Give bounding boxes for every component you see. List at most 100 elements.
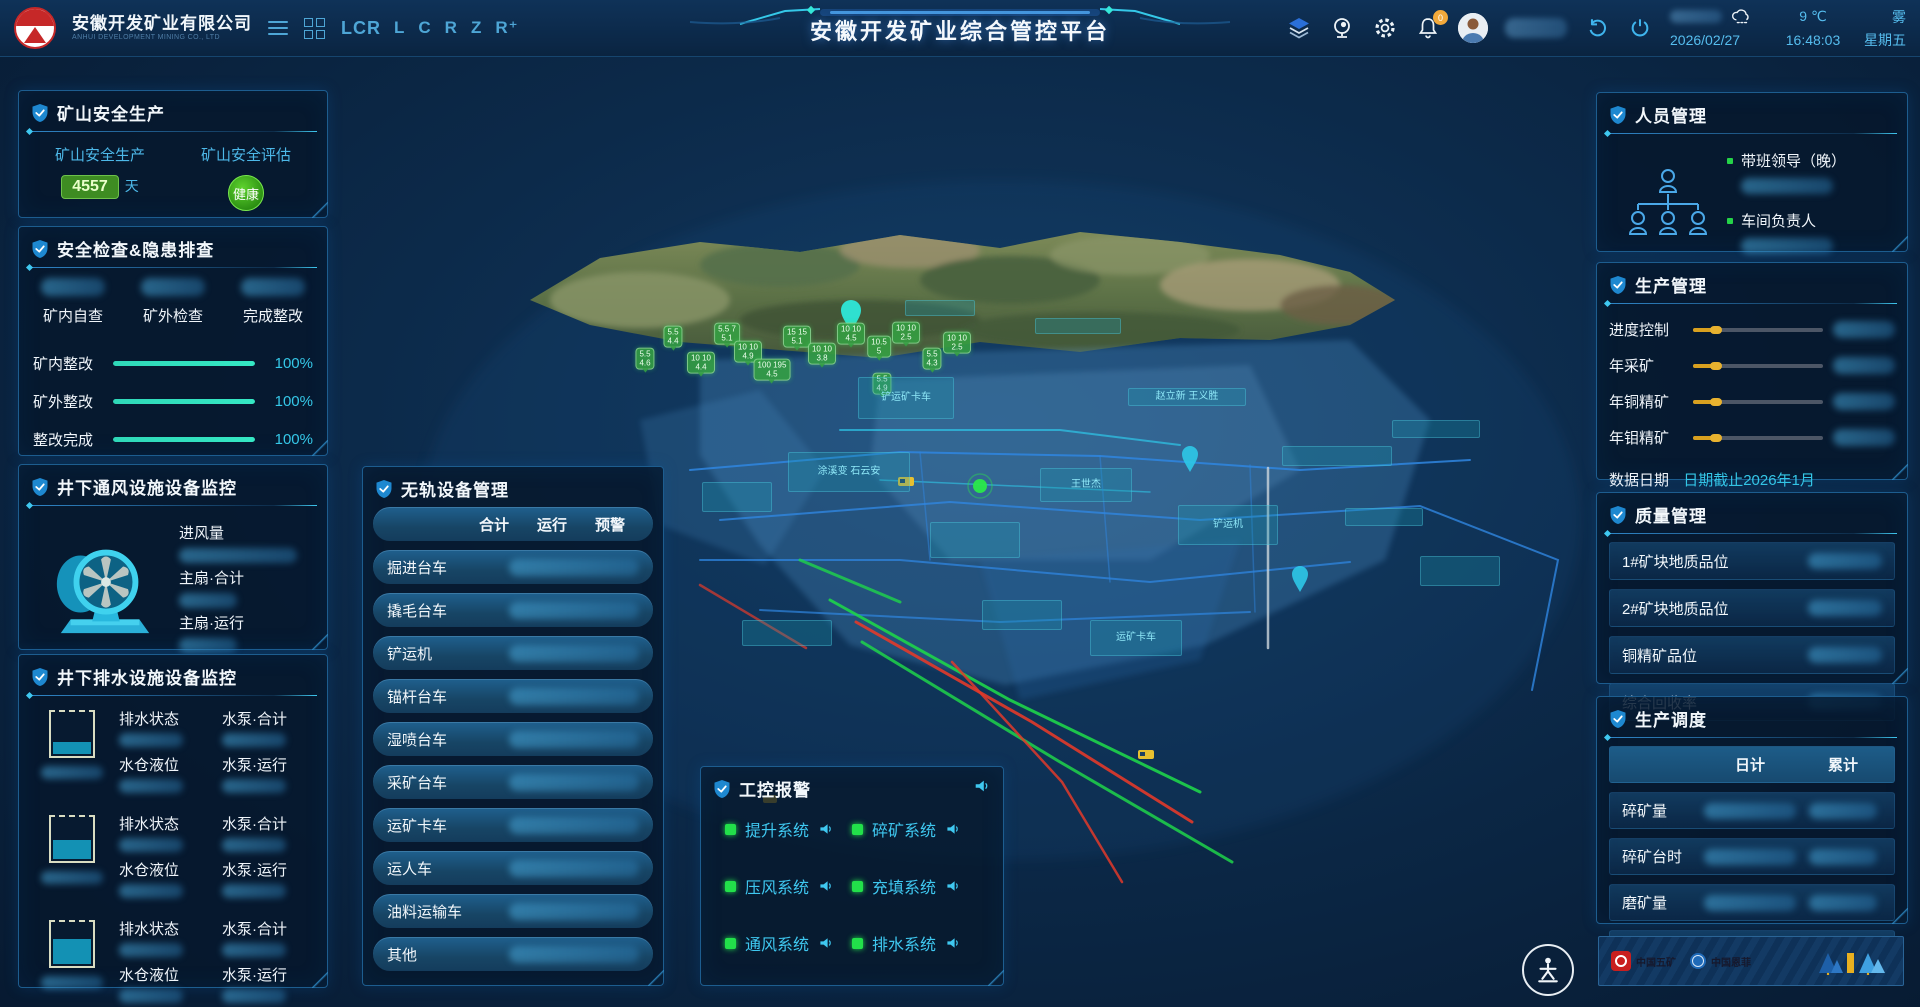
value-redacted [222, 838, 286, 852]
shortcut-c[interactable]: C [418, 18, 431, 38]
company-name: 安徽开发矿业有限公司 ANHUI DEVELOPMENT MINING CO.,… [72, 14, 252, 42]
roam-button[interactable] [1522, 944, 1574, 996]
value-redacted [1808, 600, 1882, 616]
panel-title: 无轨设备管理 [401, 476, 509, 501]
dispatch-row: 碎矿量 [1609, 792, 1895, 829]
values-redacted [509, 559, 639, 576]
datetime-weather: 9 ℃ 雾 2026/02/27 16:48:03 星期五 [1670, 7, 1906, 50]
apps-grid-icon[interactable] [304, 18, 325, 39]
equipment-row[interactable]: 运人车 [373, 851, 653, 885]
status-dot [725, 881, 736, 892]
water-tank-icon [49, 920, 95, 968]
drainage-row: 排水状态 水仓液位 水泵·合计 水泵·运行 [19, 914, 327, 1007]
shield-icon [1609, 505, 1627, 525]
weekday: 星期五 [1854, 30, 1906, 50]
slider[interactable] [1693, 400, 1823, 404]
equipment-row[interactable]: 锚杆台车 [373, 679, 653, 713]
value-redacted [119, 989, 183, 1003]
speaker-icon[interactable] [818, 821, 834, 837]
value-redacted [1704, 895, 1796, 911]
speaker-icon[interactable] [818, 935, 834, 951]
equipment-row[interactable]: 油料运输车 [373, 894, 653, 928]
panel-personnel: 人员管理 带班领导（晚） 车间负责人 [1596, 92, 1908, 252]
undo-icon[interactable] [1584, 15, 1610, 41]
user-avatar[interactable] [1458, 13, 1488, 43]
layers-icon[interactable] [1286, 15, 1312, 41]
status-dot [852, 938, 863, 949]
panel-trackless-equipment: 无轨设备管理 合计 运行 预警 掘进台车 撬毛台车 铲运机 锚杆台车 湿喷台车 … [362, 466, 664, 986]
alarm-system-item[interactable]: 通风系统 [725, 931, 852, 955]
value-redacted [1808, 647, 1882, 663]
panel-mine-safety: 矿山安全生产 矿山安全生产 4557天 矿山安全评估 健康 [18, 90, 328, 218]
drainage-row: 排水状态 水仓液位 水泵·合计 水泵·运行 [19, 704, 327, 800]
equipment-row[interactable]: 采矿台车 [373, 765, 653, 799]
water-tank-icon [49, 710, 95, 758]
shortcut-r[interactable]: R [445, 18, 458, 38]
value-redacted [1809, 849, 1877, 865]
alarm-system-item[interactable]: 排水系统 [852, 931, 979, 955]
power-icon[interactable] [1627, 15, 1653, 41]
value-redacted [1833, 429, 1895, 446]
progress-bar [113, 399, 255, 404]
health-status-badge: 健康 [228, 175, 264, 211]
shortcut-lcr[interactable]: LCR [341, 18, 381, 39]
alarm-system-item[interactable]: 提升系统 [725, 817, 852, 841]
speaker-icon[interactable] [945, 935, 961, 951]
slider[interactable] [1693, 364, 1823, 368]
value-redacted [1833, 357, 1895, 374]
alarm-system-item[interactable]: 压风系统 [725, 874, 852, 898]
weather-condition: 雾 [1854, 7, 1906, 27]
shortcut-z[interactable]: Z [471, 18, 482, 38]
production-slider-row: 年采矿 [1597, 355, 1907, 376]
metric-label: 主扇·运行 [179, 612, 317, 633]
equipment-row[interactable]: 掘进台车 [373, 550, 653, 584]
shield-icon [1609, 275, 1627, 295]
equipment-row[interactable]: 湿喷台车 [373, 722, 653, 756]
status-dot [725, 824, 736, 835]
equipment-row[interactable]: 撬毛台车 [373, 593, 653, 627]
person-walk-icon [1533, 955, 1563, 985]
panel-title: 质量管理 [1635, 502, 1707, 527]
minmetals-logo: 中国五矿 [1611, 951, 1676, 971]
panel-title: 工控报警 [739, 776, 811, 801]
platform-title-block: 安徽开发矿业综合管控平台 [660, 0, 1260, 46]
speaker-icon[interactable] [945, 821, 961, 837]
mute-all-speaker-icon[interactable] [973, 777, 991, 800]
panel-safety-check: 安全检查&隐患排查 矿内自查 矿外检查 完成整改 矿内整改100% 矿外整改10… [18, 226, 328, 456]
enfi-logo: 中国恩菲 [1690, 953, 1751, 969]
speaker-icon[interactable] [818, 878, 834, 894]
camera-icon[interactable] [1329, 15, 1355, 41]
values-redacted [509, 774, 639, 791]
shortcut-r2[interactable]: R⁺ [495, 18, 518, 38]
value-redacted [1833, 393, 1895, 410]
slider[interactable] [1693, 436, 1823, 440]
value-redacted [41, 278, 105, 296]
alarm-system-item[interactable]: 充填系统 [852, 874, 979, 898]
equipment-row[interactable]: 铲运机 [373, 636, 653, 670]
notifications-bell-icon[interactable]: 0 [1415, 15, 1441, 41]
shield-icon [1609, 105, 1627, 125]
speaker-icon[interactable] [945, 878, 961, 894]
panel-quality: 质量管理 1#矿块地质品位 2#矿块地质品位 铜精矿品位 综合回收率 [1596, 492, 1908, 684]
alarm-system-item[interactable]: 碎矿系统 [852, 817, 979, 841]
slider[interactable] [1693, 328, 1823, 332]
shortcut-l[interactable]: L [394, 18, 405, 38]
page-title: 安徽开发矿业综合管控平台 [660, 14, 1260, 46]
value-redacted [119, 779, 183, 793]
equipment-row[interactable]: 运矿卡车 [373, 808, 653, 842]
production-slider-row: 进度控制 [1597, 319, 1907, 340]
equipment-row[interactable]: 其他 [373, 937, 653, 971]
settings-gear-icon[interactable] [1372, 15, 1398, 41]
stat-external-check: 矿外检查 [141, 278, 205, 326]
values-redacted [509, 602, 639, 619]
value-redacted [1704, 849, 1796, 865]
menu-icon[interactable] [268, 21, 288, 35]
cloud-icon [1730, 7, 1752, 27]
progress-row: 矿内整改100% [19, 353, 327, 374]
values-redacted [509, 860, 639, 877]
progress-bar [113, 361, 255, 366]
enfi-globe-icon [1690, 953, 1706, 969]
view-shortcut-buttons: LCR L C R Z R⁺ [341, 18, 519, 39]
time: 16:48:03 [1772, 32, 1854, 48]
dispatch-row: 碎矿台时 [1609, 838, 1895, 875]
